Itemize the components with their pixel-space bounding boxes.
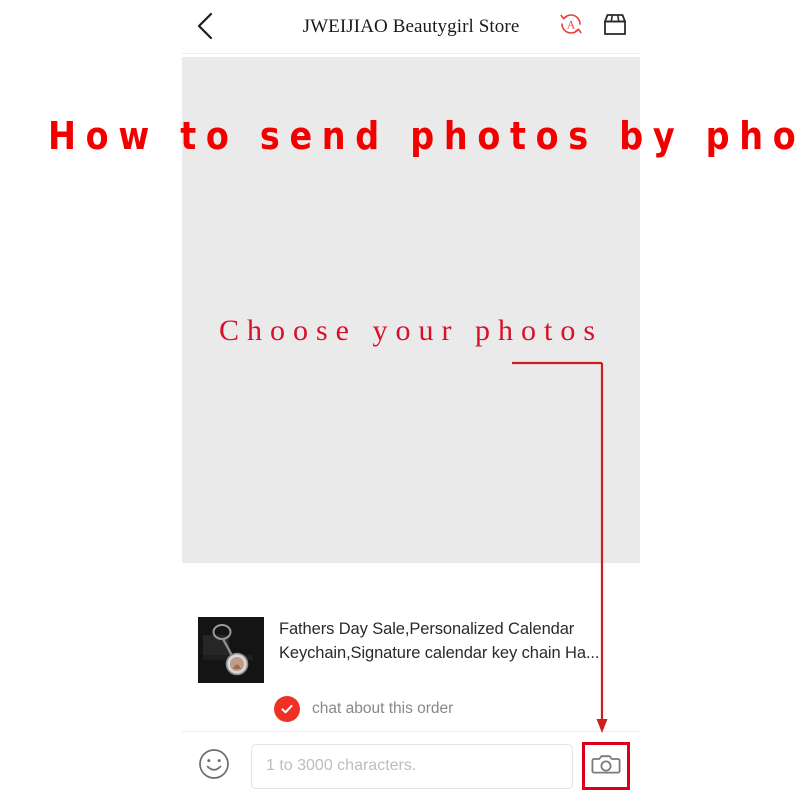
auto-translate-icon: A <box>557 10 585 43</box>
product-title: Fathers Day Sale,Personalized Calendar K… <box>279 620 600 662</box>
chat-about-order-label: chat about this order <box>312 700 454 717</box>
message-input[interactable] <box>251 743 573 789</box>
svg-text:A: A <box>567 19 576 31</box>
auto-translate-button[interactable]: A <box>554 9 588 43</box>
camera-button[interactable] <box>582 742 630 790</box>
emoji-button[interactable] <box>195 747 233 785</box>
check-circle-icon <box>274 696 300 722</box>
product-card[interactable]: Fathers Day Sale,Personalized Calendar K… <box>182 600 640 730</box>
store-button[interactable] <box>598 9 632 43</box>
screenshot-root: JWEIJIAO Beautygirl Store A Fathers Day … <box>0 0 800 800</box>
photo-content-area <box>182 57 640 563</box>
chat-about-order-row[interactable]: chat about this order <box>274 696 453 722</box>
store-icon <box>601 10 629 43</box>
app-header: JWEIJIAO Beautygirl Store A <box>182 0 640 54</box>
smiley-face-icon <box>197 747 231 786</box>
message-input-bar <box>182 732 640 800</box>
keychain-product-thumbnail[interactable] <box>198 617 264 683</box>
header-actions: A <box>554 9 632 43</box>
mobile-app-frame: JWEIJIAO Beautygirl Store A Fathers Day … <box>182 0 640 800</box>
camera-icon <box>591 749 621 784</box>
product-row: Fathers Day Sale,Personalized Calendar K… <box>198 617 609 683</box>
